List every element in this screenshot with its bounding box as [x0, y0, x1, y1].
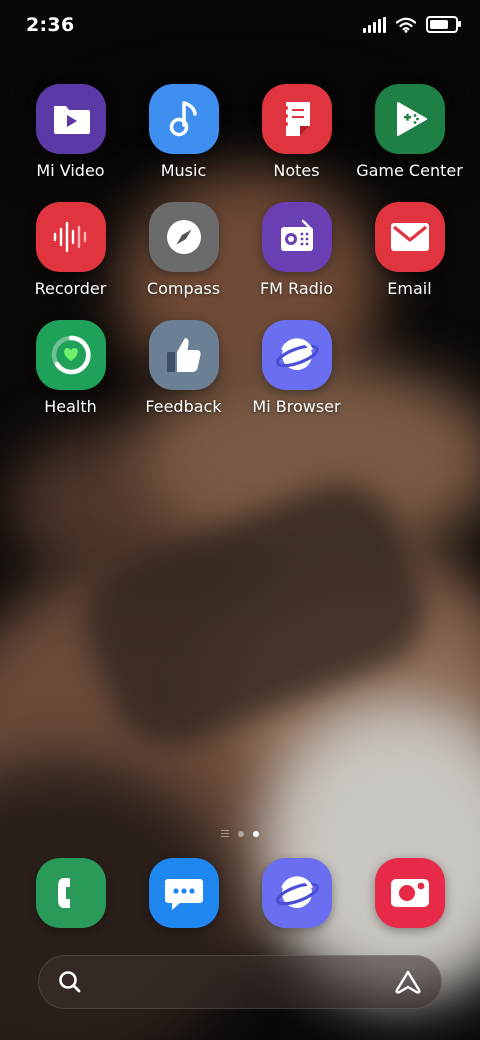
music-icon	[148, 84, 219, 154]
camera-icon	[374, 858, 445, 928]
page-dot-active[interactable]	[253, 830, 259, 837]
dock	[14, 858, 466, 928]
feedback-icon	[148, 320, 219, 390]
video-icon	[35, 84, 106, 154]
app-label: Recorder	[34, 279, 107, 298]
app-notes[interactable]: Notes	[240, 84, 353, 180]
radio-icon	[261, 202, 332, 272]
app-fm-radio[interactable]: FM Radio	[240, 202, 353, 298]
app-label: Compass	[146, 279, 221, 298]
app-label: Music	[160, 161, 207, 180]
app-compass[interactable]: Compass	[127, 202, 240, 298]
minus-one-screen-icon[interactable]	[221, 830, 229, 837]
app-game-center[interactable]: Game Center	[353, 84, 466, 180]
dock-phone[interactable]	[14, 858, 127, 928]
app-label: Email	[387, 279, 432, 298]
app-label: Notes	[273, 161, 320, 180]
app-label: Mi Video	[36, 161, 105, 180]
search-bar[interactable]	[38, 955, 442, 1009]
app-health[interactable]: Health	[14, 320, 127, 416]
app-mi-video[interactable]: Mi Video	[14, 84, 127, 180]
email-icon	[374, 202, 445, 272]
battery-icon	[426, 16, 461, 33]
app-label: Game Center	[356, 161, 463, 180]
signal-icon	[363, 16, 386, 33]
app-email[interactable]: Email	[353, 202, 466, 298]
compass-icon	[148, 202, 219, 272]
browser-icon	[261, 858, 332, 928]
assistant-icon[interactable]	[393, 969, 423, 995]
notes-icon	[261, 84, 332, 154]
app-label: Health	[44, 397, 97, 416]
app-mi-browser[interactable]: Mi Browser	[240, 320, 353, 416]
messages-icon	[148, 858, 219, 928]
page-indicator	[0, 830, 480, 837]
app-grid: Mi Video Music Notes Game Center Recorde…	[14, 84, 466, 416]
dock-browser[interactable]	[240, 858, 353, 928]
dock-messages[interactable]	[127, 858, 240, 928]
search-icon[interactable]	[57, 969, 83, 995]
app-feedback[interactable]: Feedback	[127, 320, 240, 416]
health-icon	[35, 320, 106, 390]
status-bar: 2:36	[0, 0, 480, 52]
recorder-icon	[35, 202, 106, 272]
app-music[interactable]: Music	[127, 84, 240, 180]
app-recorder[interactable]: Recorder	[14, 202, 127, 298]
app-label: FM Radio	[259, 279, 334, 298]
wifi-icon	[396, 17, 416, 33]
page-dot[interactable]	[238, 830, 244, 837]
status-time: 2:36	[26, 14, 75, 36]
app-label: Mi Browser	[252, 397, 341, 416]
browser-icon	[261, 320, 332, 390]
dock-camera[interactable]	[353, 858, 466, 928]
game-center-icon	[374, 84, 445, 154]
phone-icon	[35, 858, 106, 928]
app-label: Feedback	[145, 397, 222, 416]
